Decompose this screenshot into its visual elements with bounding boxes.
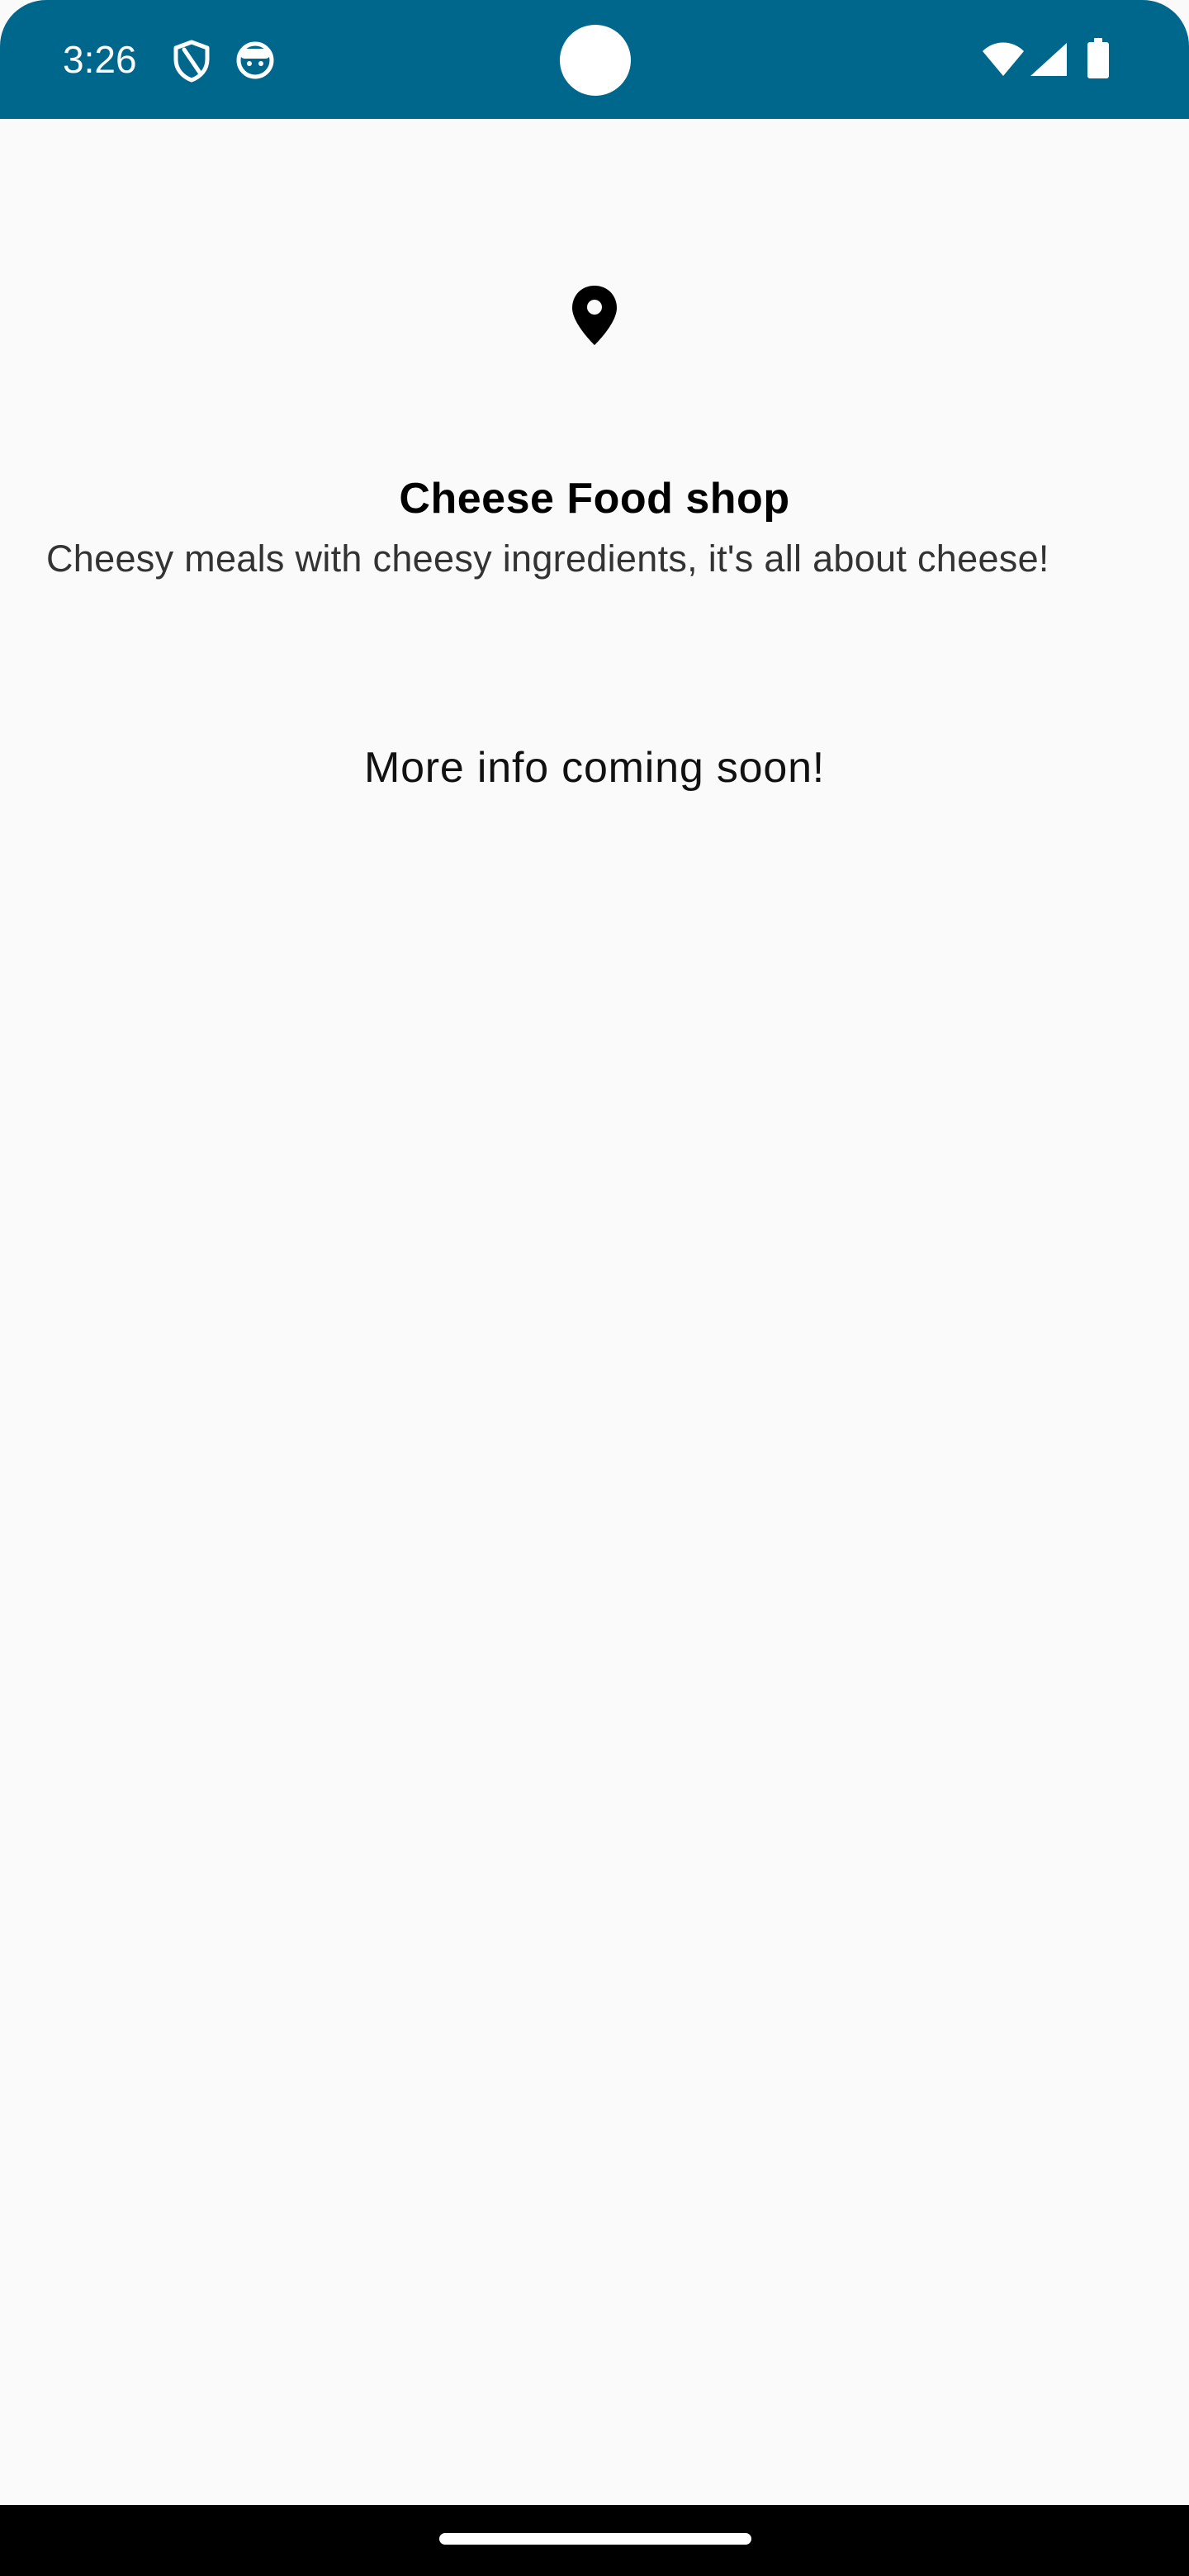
- shield-icon: [173, 40, 210, 83]
- shop-description: Cheesy meals with cheesy ingredients, it…: [46, 537, 1049, 580]
- shop-title: Cheese Food shop: [399, 475, 790, 523]
- location-pin-icon: [572, 286, 617, 345]
- camera-cutout: [560, 25, 631, 96]
- wifi-icon: [983, 42, 1024, 76]
- app-screen: 3:26 Cheese Food shop Cheesy meals with …: [0, 0, 1189, 2576]
- cellular-signal-icon: [1030, 43, 1067, 76]
- navigation-bar: [0, 2505, 1189, 2576]
- status-bar: 3:26: [0, 0, 1189, 119]
- more-info-text: More info coming soon!: [363, 744, 826, 792]
- status-time: 3:26: [63, 38, 137, 81]
- battery-icon: [1087, 38, 1109, 78]
- android-face-icon: [236, 41, 274, 79]
- home-indicator[interactable]: [439, 2533, 751, 2545]
